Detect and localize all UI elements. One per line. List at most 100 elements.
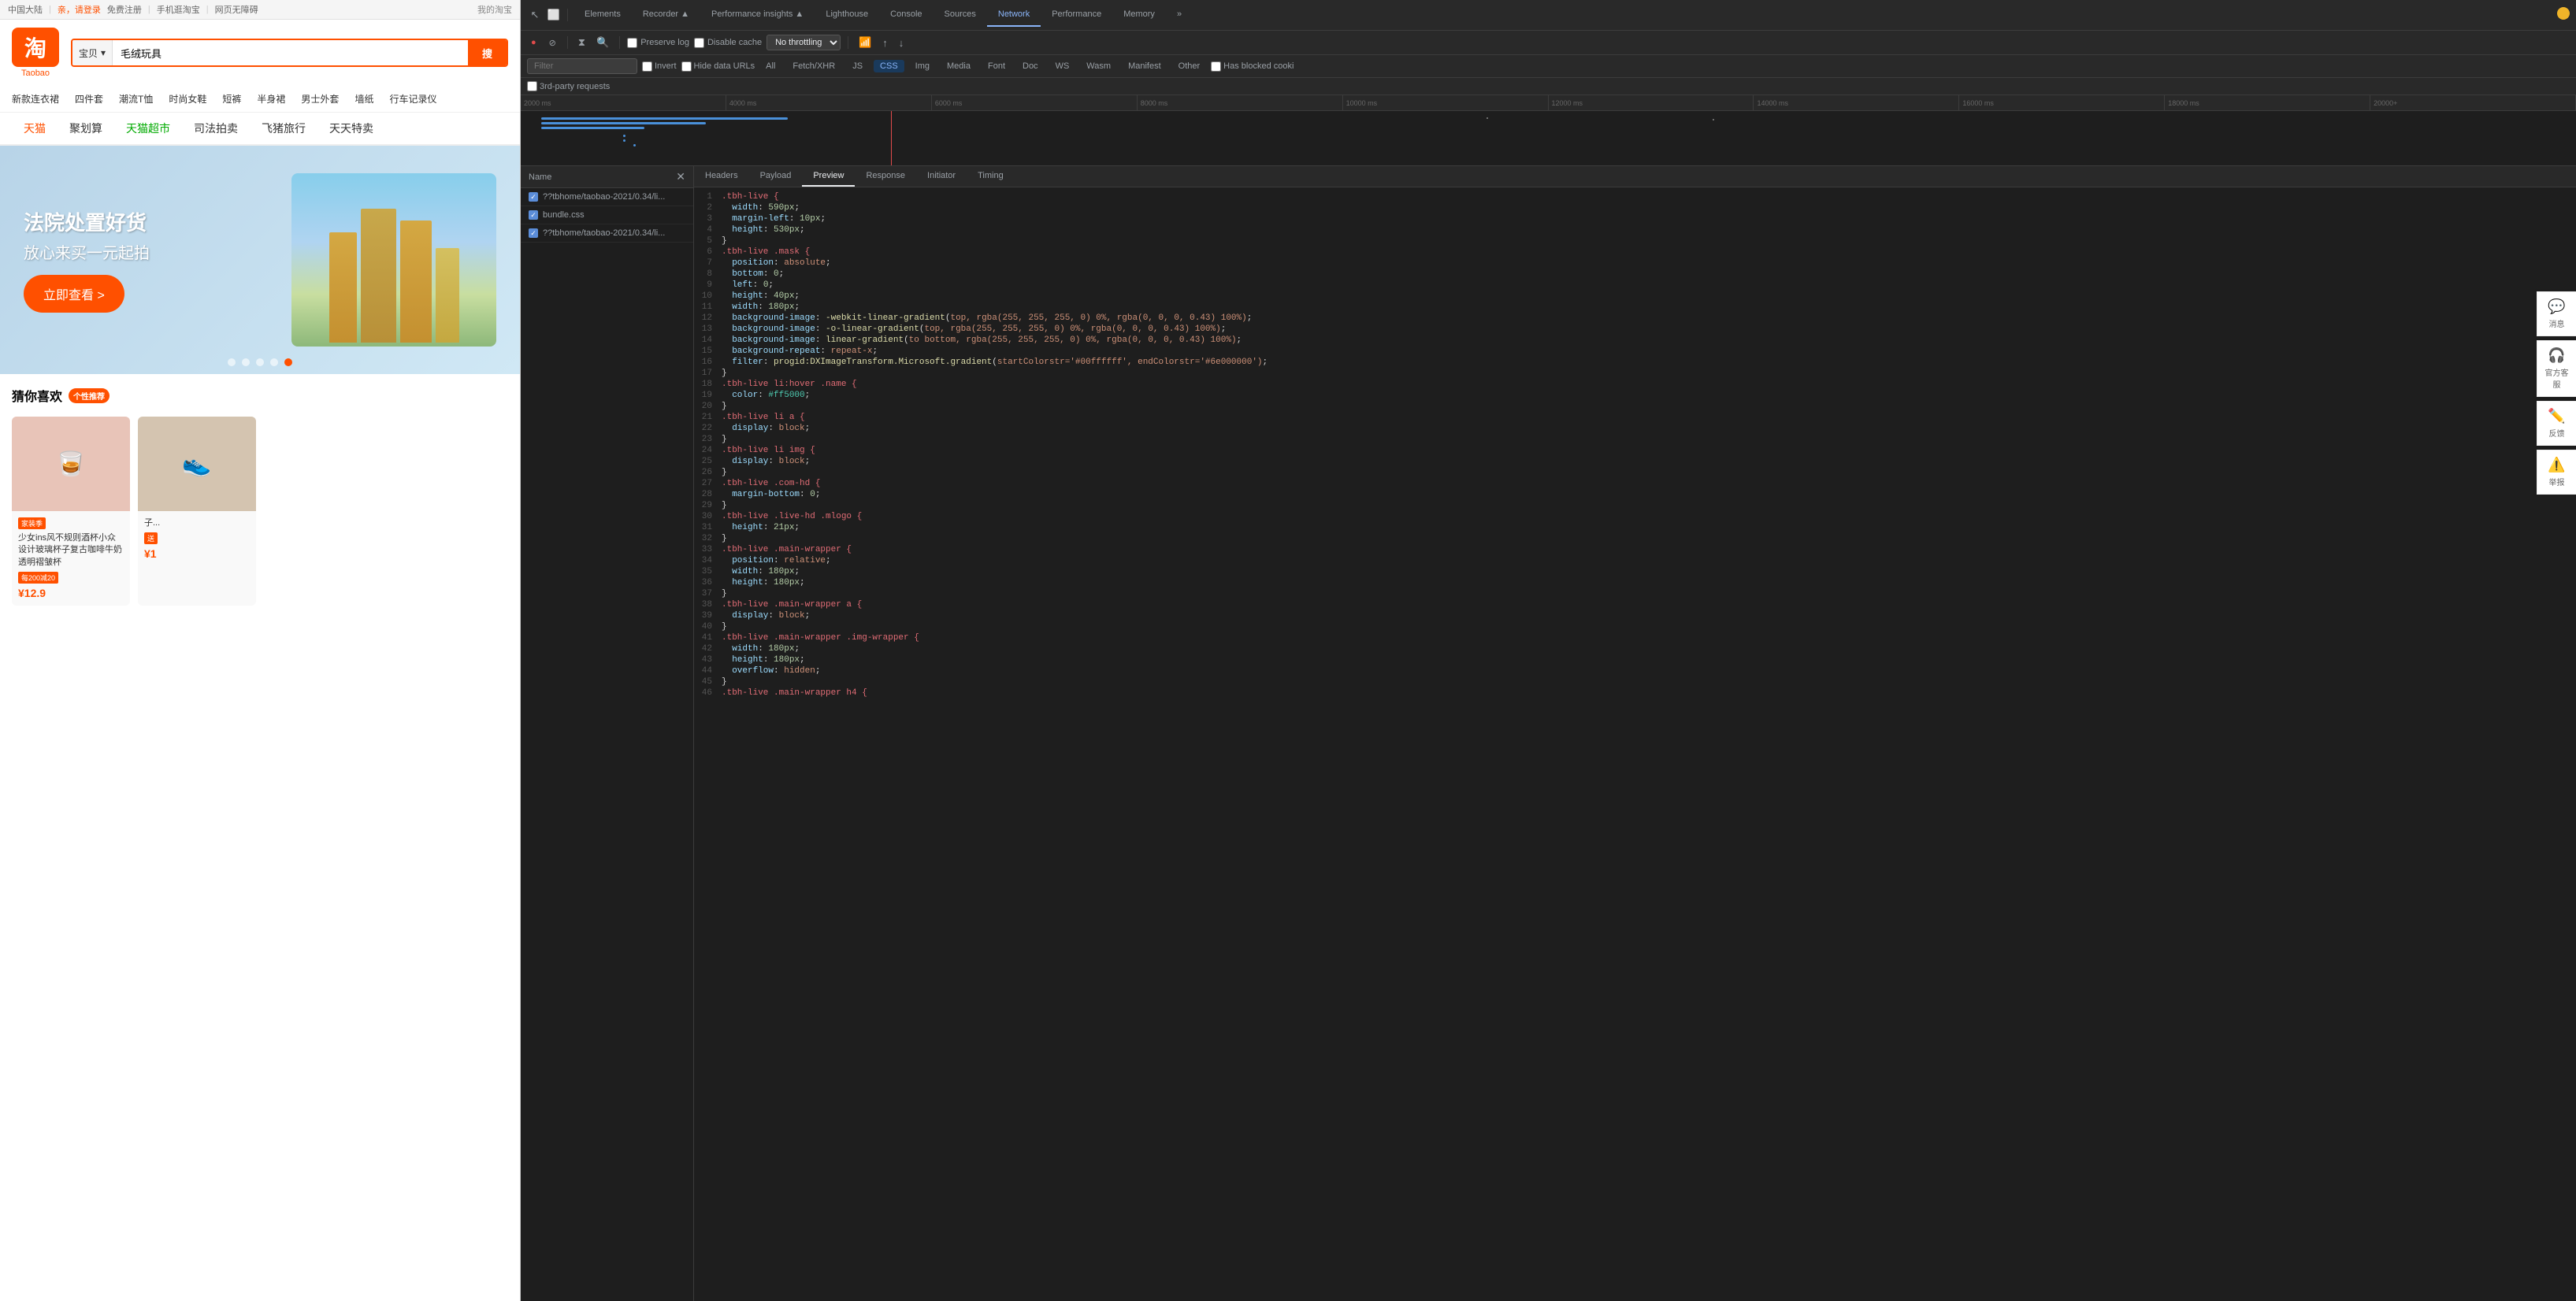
- filter-img[interactable]: Img: [909, 60, 936, 72]
- filter-ws[interactable]: WS: [1049, 60, 1076, 72]
- nav-link-coat[interactable]: 男士外套: [301, 92, 339, 106]
- tab-console[interactable]: Console: [879, 3, 933, 27]
- clear-button[interactable]: ⊘: [545, 35, 560, 50]
- tab-more[interactable]: »: [1166, 3, 1193, 27]
- filter-fetch-xhr[interactable]: Fetch/XHR: [786, 60, 841, 72]
- disable-cache-input[interactable]: [694, 38, 704, 48]
- preserve-log-checkbox[interactable]: Preserve log: [627, 38, 689, 48]
- nav-link-wallpaper[interactable]: 墙纸: [354, 92, 373, 106]
- file-item-2[interactable]: bundle.css: [521, 206, 693, 224]
- download-icon-button[interactable]: ↓: [896, 35, 908, 50]
- tab-memory[interactable]: Memory: [1112, 3, 1166, 27]
- details-tab-timing[interactable]: Timing: [967, 166, 1015, 187]
- tab-network[interactable]: Network: [987, 3, 1041, 27]
- has-blocked-checkbox[interactable]: Has blocked cooki: [1211, 61, 1294, 72]
- tab-recorder[interactable]: Recorder ▲: [632, 3, 700, 27]
- quick-nav: 新款连衣裙 四件套 潮流T恤 时尚女鞋 短裤 半身裙 男士外套 墙纸 行车记录仪: [0, 86, 520, 113]
- devtools-panel: ↖ ⬜ Elements Recorder ▲ Performance insi…: [520, 0, 2576, 1301]
- mobile-link[interactable]: 手机逛淘宝: [157, 3, 200, 16]
- nav-travel[interactable]: 飞猪旅行: [250, 113, 317, 144]
- filter-icon-button[interactable]: ⧗: [575, 35, 588, 50]
- nav-link-dress[interactable]: 新款连衣裙: [12, 92, 59, 106]
- record-button[interactable]: ●: [527, 35, 540, 50]
- invert-input[interactable]: [642, 61, 652, 72]
- details-tab-preview[interactable]: Preview: [802, 166, 855, 187]
- cursor-icon[interactable]: ↖: [527, 7, 543, 23]
- nav-juhuasuan[interactable]: 聚划算: [58, 113, 114, 144]
- details-tab-response[interactable]: Response: [855, 166, 916, 187]
- building-illustration: [291, 173, 496, 347]
- register-link[interactable]: 免费注册: [107, 3, 142, 16]
- nav-link-skirt[interactable]: 半身裙: [257, 92, 285, 106]
- nav-link-bedding[interactable]: 四件套: [75, 92, 103, 106]
- filter-doc[interactable]: Doc: [1016, 60, 1045, 72]
- wifi-icon-button[interactable]: 📶: [856, 35, 874, 50]
- file-item-3[interactable]: ??tbhome/taobao-2021/0.34/li...: [521, 224, 693, 243]
- tab-performance[interactable]: Performance: [1041, 3, 1112, 27]
- disable-cache-checkbox[interactable]: Disable cache: [694, 38, 762, 48]
- my-taobao-link[interactable]: 我的淘宝: [477, 6, 512, 15]
- no-barrier-link[interactable]: 网页无障碍: [215, 3, 258, 16]
- details-tab-payload[interactable]: Payload: [749, 166, 803, 187]
- taobao-logo[interactable]: 淘 Taobao: [12, 28, 59, 78]
- filter-other[interactable]: Other: [1172, 60, 1207, 72]
- tab-elements[interactable]: Elements: [573, 3, 632, 27]
- css-line-31: 31 height: 21px;: [694, 522, 2576, 533]
- search-input[interactable]: [113, 47, 468, 59]
- third-party-checkbox[interactable]: 3rd-party requests: [527, 81, 2570, 91]
- filter-all[interactable]: All: [759, 60, 781, 72]
- filter-wasm[interactable]: Wasm: [1080, 60, 1117, 72]
- dot-1[interactable]: [228, 358, 236, 366]
- hide-data-urls-checkbox[interactable]: Hide data URLs: [681, 61, 755, 72]
- nav-link-shoes[interactable]: 时尚女鞋: [169, 92, 206, 106]
- close-file-list-icon[interactable]: ✕: [676, 170, 685, 183]
- dot-3[interactable]: [256, 358, 264, 366]
- filter-js[interactable]: JS: [846, 60, 869, 72]
- file-item-1[interactable]: ??tbhome/taobao-2021/0.34/li...: [521, 188, 693, 206]
- region-selector[interactable]: 中国大陆: [8, 3, 43, 16]
- dot-5[interactable]: [284, 358, 292, 366]
- css-line-36: 36 height: 180px;: [694, 577, 2576, 588]
- details-tab-initiator[interactable]: Initiator: [916, 166, 967, 187]
- invert-checkbox[interactable]: Invert: [642, 61, 677, 72]
- search-button[interactable]: 搜: [468, 40, 507, 65]
- dot-4[interactable]: [270, 358, 278, 366]
- product-item-1[interactable]: 🥃 家装季 少女ins风不规则酒杯小众设计玻璃杯子复古咖啡牛奶透明褶皱杯 每20…: [12, 417, 130, 606]
- css-line-19: 19 color: #ff5000;: [694, 390, 2576, 401]
- filter-font[interactable]: Font: [982, 60, 1011, 72]
- nav-link-tshirt[interactable]: 潮流T恤: [119, 92, 153, 106]
- throttling-select[interactable]: No throttling Slow 3G Fast 3G: [766, 35, 841, 50]
- nav-link-dashcam[interactable]: 行车记录仪: [389, 92, 436, 106]
- details-tab-headers[interactable]: Headers: [694, 166, 749, 187]
- product-item-2[interactable]: 👟 子... 送 ¥1: [138, 417, 256, 606]
- banner-cta-button[interactable]: 立即查看 >: [24, 275, 124, 313]
- login-link[interactable]: 亲，请登录: [58, 3, 101, 16]
- nav-supermarket[interactable]: 天猫超市: [114, 113, 182, 144]
- nav-tianmao[interactable]: 天猫: [12, 113, 58, 144]
- search-category-select[interactable]: 宝贝 ▾: [72, 40, 113, 65]
- notification-badge: [2557, 7, 2570, 20]
- hide-data-urls-input[interactable]: [681, 61, 692, 72]
- nav-auction[interactable]: 司法拍卖: [182, 113, 250, 144]
- upload-icon-button[interactable]: ↑: [879, 35, 891, 50]
- nav-deals[interactable]: 天天特卖: [317, 113, 385, 144]
- css-line-28: 28 margin-bottom: 0;: [694, 489, 2576, 500]
- filter-media[interactable]: Media: [941, 60, 977, 72]
- has-blocked-input[interactable]: [1211, 61, 1221, 72]
- tab-lighthouse[interactable]: Lighthouse: [815, 3, 879, 27]
- third-party-input[interactable]: [527, 81, 537, 91]
- chevron-down-icon: ▾: [101, 47, 106, 58]
- preserve-log-input[interactable]: [627, 38, 637, 48]
- search-icon-button[interactable]: 🔍: [593, 35, 612, 50]
- tab-sources[interactable]: Sources: [934, 3, 987, 27]
- filter-css[interactable]: CSS: [874, 60, 904, 72]
- timeline-bar-2: [541, 122, 706, 124]
- filter-input[interactable]: [527, 58, 637, 74]
- dot-2[interactable]: [242, 358, 250, 366]
- tab-performance-insights[interactable]: Performance insights ▲: [700, 3, 815, 27]
- tick-14000: 14000 ms: [1754, 95, 1959, 110]
- device-icon[interactable]: ⬜: [546, 7, 562, 23]
- filter-manifest[interactable]: Manifest: [1122, 60, 1167, 72]
- waterfall-marker: [891, 111, 892, 166]
- nav-link-shorts[interactable]: 短裤: [222, 92, 241, 106]
